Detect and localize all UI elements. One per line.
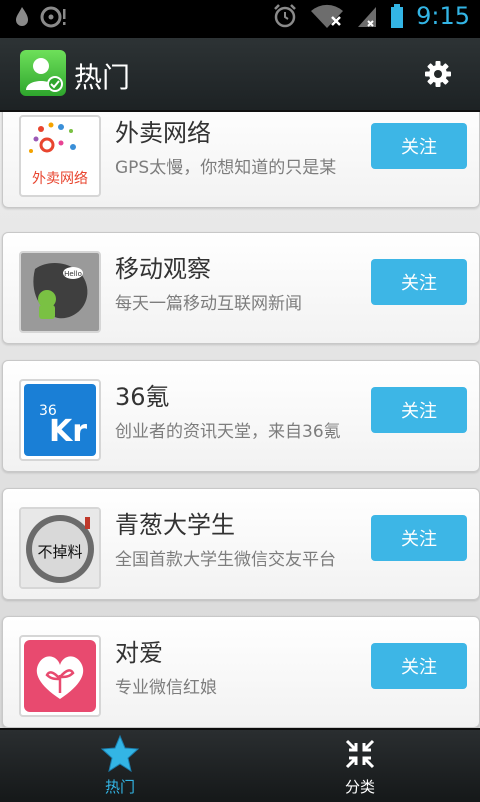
user-check-icon [26, 58, 63, 92]
item-thumbnail [19, 635, 101, 717]
wifi-icon [311, 4, 344, 28]
action-bar: 热门 [0, 38, 480, 112]
svg-text:Kr: Kr [49, 414, 87, 449]
item-thumbnail: Hello [19, 251, 101, 333]
gear-icon[interactable] [424, 60, 452, 88]
item-name: 青葱大学生 [115, 511, 235, 539]
item-thumbnail: 36 Kr [19, 379, 101, 461]
follow-button[interactable]: 关注 [371, 123, 467, 169]
svg-text:Hello: Hello [64, 270, 82, 278]
account-list[interactable]: 外卖网络 外卖网络 GPS太慢，你想知道的只是某 关注 Hello 移动观察 每… [0, 112, 480, 728]
clock: 9:15 [416, 2, 470, 30]
page-title: 热门 [74, 61, 131, 94]
app-logo[interactable] [20, 50, 66, 96]
item-description: GPS太慢，你想知道的只是某 [115, 158, 337, 178]
status-bar: 9:15 [0, 0, 480, 38]
tab-label: 分类 [344, 778, 375, 796]
alarm-icon [274, 4, 296, 28]
bottom-nav: 热门 分类 [0, 728, 480, 802]
disc-notification-icon [40, 6, 66, 28]
svg-text:外卖网络: 外卖网络 [32, 171, 88, 187]
follow-button[interactable]: 关注 [371, 643, 467, 689]
list-item[interactable]: Hello 移动观察 每天一篇移动互联网新闻 关注 [2, 232, 480, 344]
item-thumbnail: 外卖网络 [19, 115, 101, 197]
item-thumbnail: 不掉料 [19, 507, 101, 589]
item-name: 对爱 [115, 639, 163, 667]
star-icon [100, 734, 140, 773]
collapse-arrows-icon [345, 739, 375, 769]
item-description: 专业微信红娘 [115, 678, 217, 698]
follow-button[interactable]: 关注 [371, 259, 467, 305]
item-name: 外卖网络 [115, 119, 211, 147]
item-description: 创业者的资讯天堂，来自36氪 [115, 422, 341, 442]
item-description: 全国首款大学生微信交友平台 [115, 550, 336, 570]
signal-icon [358, 7, 377, 27]
battery-icon [391, 4, 404, 28]
follow-button[interactable]: 关注 [371, 515, 467, 561]
list-item[interactable]: 36 Kr 36氪 创业者的资讯天堂，来自36氪 关注 [2, 360, 480, 472]
flame-icon [16, 7, 28, 26]
list-item[interactable]: 对爱 专业微信红娘 关注 [2, 616, 480, 728]
item-description: 每天一篇移动互联网新闻 [115, 294, 302, 314]
list-item[interactable]: 不掉料 青葱大学生 全国首款大学生微信交友平台 关注 [2, 488, 480, 600]
tab-hot[interactable]: 热门 [0, 730, 240, 802]
item-name: 36氪 [115, 383, 170, 411]
tab-category[interactable]: 分类 [240, 730, 480, 802]
svg-text:不掉料: 不掉料 [37, 543, 82, 561]
follow-button[interactable]: 关注 [371, 387, 467, 433]
tab-label: 热门 [104, 778, 135, 796]
item-name: 移动观察 [115, 255, 211, 283]
list-item[interactable]: 外卖网络 外卖网络 GPS太慢，你想知道的只是某 关注 [2, 112, 480, 208]
